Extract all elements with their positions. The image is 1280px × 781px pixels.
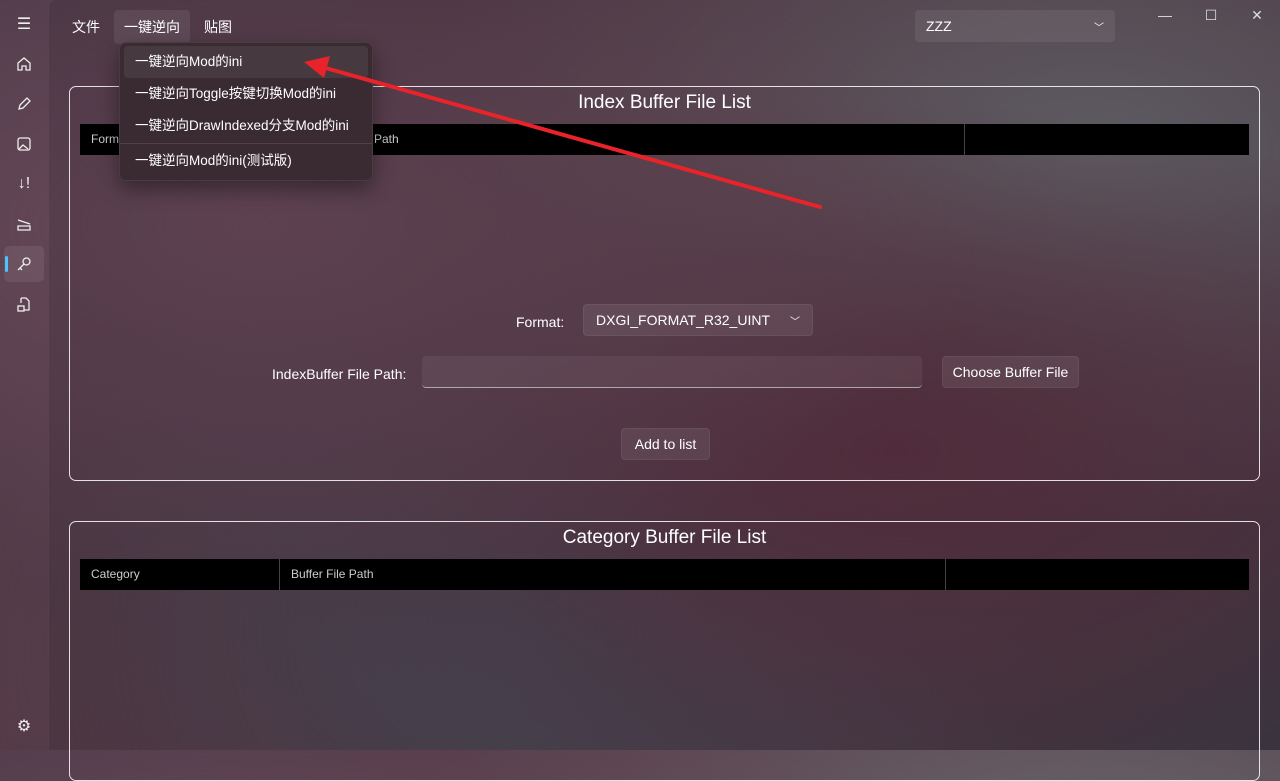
red-arrow-annotation	[304, 56, 822, 209]
